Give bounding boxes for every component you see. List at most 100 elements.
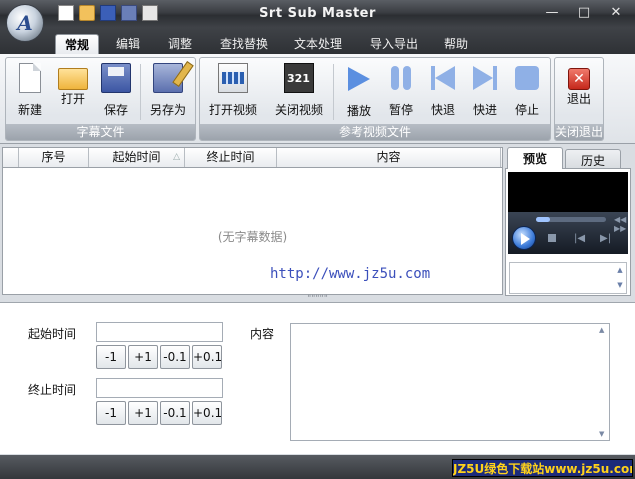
forward-button[interactable]: 快进 (464, 60, 506, 120)
scroll-down-icon[interactable]: ▼ (599, 430, 604, 438)
tab-general[interactable]: 常规 (55, 34, 99, 54)
sort-icon: △ (173, 152, 180, 162)
close-video-button[interactable]: 关闭视频 (270, 60, 328, 120)
pause-button[interactable]: 暂停 (380, 60, 422, 120)
start-minus-0-1-button[interactable]: -0.1 (160, 345, 190, 369)
end-time-label: 终止时间 (28, 383, 77, 397)
exit-group: ✕ 退出 关闭退出 (554, 57, 604, 141)
start-plus-1-button[interactable]: +1 (128, 345, 158, 369)
end-minus-1-button[interactable]: -1 (96, 401, 126, 425)
scrollbar[interactable]: ▲ ▼ (614, 263, 626, 293)
tab-adjust[interactable]: 调整 (160, 34, 200, 54)
watermark-url: http://www.jz5u.com (270, 266, 431, 282)
save-disk-icon (101, 63, 131, 93)
video-screen (508, 172, 628, 212)
close-button[interactable]: ✕ (606, 4, 626, 22)
stop-button-label: 停止 (514, 103, 539, 117)
previous-icon[interactable]: |◀ (574, 233, 585, 244)
divider (333, 64, 334, 120)
start-minus-1-button[interactable]: -1 (96, 345, 126, 369)
open-button[interactable]: 打开 (52, 60, 94, 120)
fast-forward-icon (470, 63, 500, 93)
content-textarea[interactable]: ▲ ▼ (290, 323, 610, 441)
new-button-label: 新建 (17, 103, 42, 117)
scroll-up-icon[interactable]: ▲ (599, 326, 604, 334)
media-player-controls: ◀◀ ▶▶ |◀ ▶| (508, 212, 628, 254)
preview-body: ◀◀ ▶▶ |◀ ▶| ▲ ▼ (505, 168, 631, 296)
tab-import-export[interactable]: 导入导出 (362, 34, 426, 54)
column-header-start-time[interactable]: 起始时间 △ (89, 148, 185, 167)
exit-button-label: 退出 (566, 92, 591, 106)
reference-video-group-label: 参考视频文件 (200, 124, 550, 140)
stop-button[interactable]: 停止 (506, 60, 548, 120)
new-button[interactable]: 新建 (9, 60, 51, 120)
play-icon (348, 67, 370, 91)
play-button[interactable]: 播放 (338, 60, 380, 120)
column-header-content[interactable]: 内容 (277, 148, 501, 167)
start-time-label: 起始时间 (28, 327, 77, 341)
content-label: 内容 (250, 327, 275, 341)
app-menu-orb-icon[interactable]: A (6, 4, 44, 42)
open-video-button-label: 打开视频 (208, 103, 257, 117)
seek-bar-fill (536, 217, 550, 222)
tab-edit[interactable]: 编辑 (108, 34, 148, 54)
save-as-button[interactable]: 另存为 (143, 60, 193, 120)
rewind-icon (428, 63, 458, 93)
subtitle-file-group-label: 字幕文件 (6, 124, 195, 140)
save-as-icon (153, 63, 183, 93)
table-header: 序号 起始时间 △ 终止时间 内容 (3, 148, 502, 168)
editor-panel: 起始时间 -1 +1 -0.1 +0.1 终止时间 -1 +1 -0.1 +0.… (0, 302, 635, 454)
play-icon[interactable] (512, 226, 536, 250)
stop-icon[interactable] (548, 234, 556, 242)
open-folder-icon (58, 68, 88, 90)
ribbon: 新建 打开 保存 另存为 字幕文件 打开视频 关闭视频 播放 (0, 54, 635, 144)
new-file-icon (19, 63, 41, 93)
save-as-button-label: 另存为 (149, 103, 186, 117)
open-button-label: 打开 (60, 92, 85, 106)
scroll-down-icon[interactable]: ▼ (614, 278, 626, 293)
maximize-button[interactable]: □ (574, 4, 594, 22)
minimize-button[interactable]: — (542, 4, 562, 22)
end-time-input[interactable] (96, 378, 223, 398)
start-time-input[interactable] (96, 322, 223, 342)
open-video-button[interactable]: 打开视频 (204, 60, 262, 120)
row-indicator-header (3, 148, 19, 167)
status-badge: JZ5U绿色下载站www.jz5u.com (452, 459, 633, 477)
preview-panel: 预览 历史 ◀◀ ▶▶ |◀ ▶| ▲ ▼ (505, 147, 633, 297)
exit-group-label: 关闭退出 (555, 124, 604, 140)
window-title: Srt Sub Master (259, 6, 376, 21)
column-header-end-time[interactable]: 终止时间 (185, 148, 277, 167)
scrollbar[interactable]: ▲ ▼ (596, 324, 609, 440)
seek-bar[interactable] (536, 217, 606, 222)
close-video-button-label: 关闭视频 (274, 103, 323, 117)
end-plus-1-button[interactable]: +1 (128, 401, 158, 425)
title-bar: Srt Sub Master — □ ✕ (0, 0, 635, 28)
empty-table-message: (无字幕数据) (217, 230, 288, 244)
close-video-icon (284, 63, 314, 93)
exit-button[interactable]: ✕ 退出 (557, 60, 601, 120)
column-header-start-time-label: 起始时间 (112, 150, 161, 164)
pause-button-label: 暂停 (388, 103, 413, 117)
pause-icon (386, 63, 416, 93)
forward-button-label: 快进 (472, 103, 497, 117)
subtitle-file-group: 新建 打开 保存 另存为 字幕文件 (5, 57, 196, 141)
tab-text-processing[interactable]: 文本处理 (286, 34, 350, 54)
save-button[interactable]: 保存 (95, 60, 137, 120)
exit-icon: ✕ (568, 68, 590, 90)
volume-icon[interactable]: ◀◀ ▶▶ (614, 215, 628, 233)
next-icon[interactable]: ▶| (600, 233, 611, 244)
scroll-up-icon[interactable]: ▲ (614, 263, 626, 278)
tab-find-replace[interactable]: 查找替换 (212, 34, 276, 54)
start-plus-0-1-button[interactable]: +0.1 (192, 345, 222, 369)
rewind-button[interactable]: 快退 (422, 60, 464, 120)
tab-preview[interactable]: 预览 (507, 147, 563, 169)
end-plus-0-1-button[interactable]: +0.1 (192, 401, 222, 425)
tab-help[interactable]: 帮助 (436, 34, 476, 54)
column-header-index[interactable]: 序号 (19, 148, 89, 167)
play-button-label: 播放 (346, 104, 371, 118)
divider (140, 64, 141, 120)
status-bar: JZ5U绿色下载站www.jz5u.com (0, 455, 635, 479)
ribbon-tab-strip: 常规 编辑 调整 查找替换 文本处理 导入导出 帮助 (0, 28, 635, 54)
end-minus-0-1-button[interactable]: -0.1 (160, 401, 190, 425)
preview-text-box[interactable]: ▲ ▼ (509, 262, 627, 294)
